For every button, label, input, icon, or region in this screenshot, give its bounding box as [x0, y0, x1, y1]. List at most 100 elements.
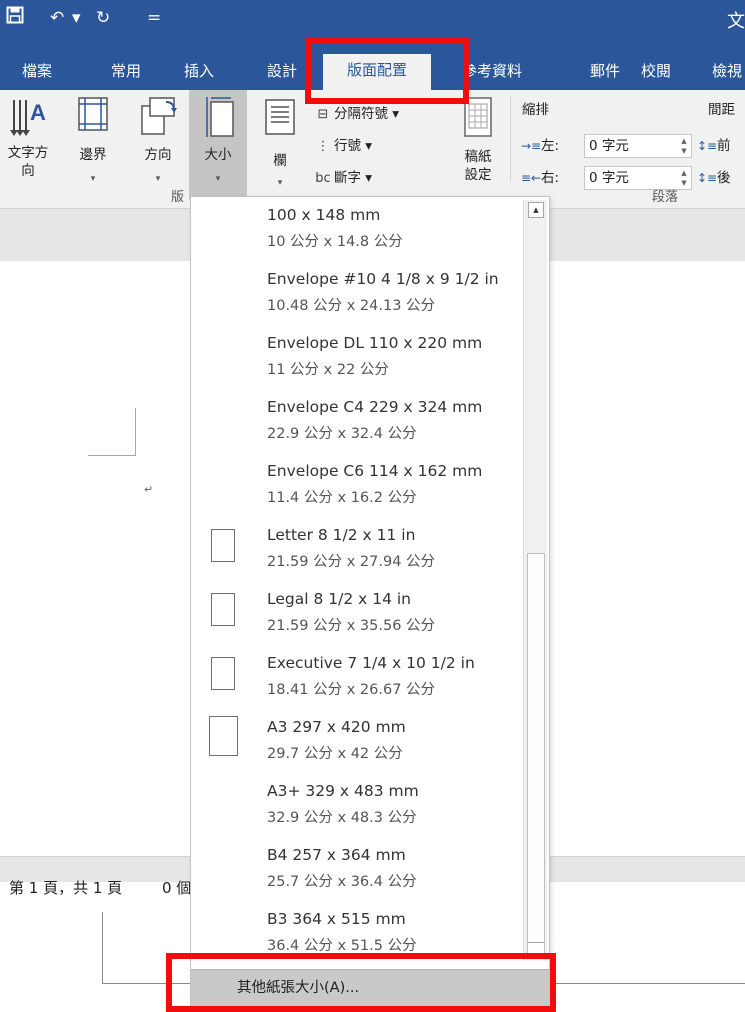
group-label-page-setup: 版 — [171, 190, 185, 205]
hyphenation-button[interactable]: bc 斷字 ▾ — [312, 166, 372, 190]
size-label: 大小 — [204, 147, 232, 163]
margins-label: 邊界 — [79, 147, 107, 163]
line-numbers-dropdown-icon: ▾ — [365, 138, 373, 154]
tab-insert[interactable]: 插入 — [176, 50, 222, 90]
orientation-button[interactable]: 方向 ▾ — [130, 90, 186, 200]
size-option-name: A3 297 x 420 mm — [267, 718, 406, 736]
size-option-dimensions: 11.4 公分 x 16.2 公分 — [267, 490, 417, 506]
group-label-paragraph: 段落 — [652, 190, 679, 205]
svg-text:A: A — [30, 100, 46, 125]
more-paper-sizes-button[interactable]: 其他紙張大小(A)... — [191, 969, 549, 1005]
paper-page-icon — [211, 657, 235, 690]
ribbon-separator — [510, 96, 511, 182]
size-option-dimensions: 11 公分 x 22 公分 — [267, 362, 389, 378]
undo-icon[interactable]: ↶ — [50, 6, 72, 30]
size-option-a3[interactable]: A3 297 x 420 mm 29.7 公分 x 42 公分 — [191, 709, 523, 773]
spin-down-icon[interactable]: ▼ — [679, 178, 689, 188]
size-option-dimensions: 21.59 公分 x 27.94 公分 — [267, 554, 436, 570]
paper-size-dropdown: 100 x 148 mm 10 公分 x 14.8 公分 Envelope #1… — [190, 196, 550, 1006]
indent-left-input[interactable]: 0 字元 ▲ ▼ — [584, 134, 692, 158]
tab-design[interactable]: 設計 — [259, 50, 305, 90]
size-option-dimensions: 29.7 公分 x 42 公分 — [267, 746, 403, 762]
line-numbers-icon: ⋮ — [316, 139, 330, 154]
size-option-name: Envelope DL 110 x 220 mm — [267, 334, 483, 352]
indent-right-value: 0 字元 — [589, 170, 629, 186]
window-title: 文 — [727, 11, 745, 32]
redo-icon[interactable]: ↻ — [96, 6, 118, 30]
paper-page-icon — [211, 593, 235, 626]
text-direction-icon: A — [8, 94, 48, 144]
size-option-name: 100 x 148 mm — [267, 206, 381, 224]
size-option-100x148[interactable]: 100 x 148 mm 10 公分 x 14.8 公分 — [191, 197, 523, 261]
breaks-label: 分隔符號 — [334, 106, 388, 122]
size-option-executive[interactable]: Executive 7 1/4 x 10 1/2 in 18.41 公分 x 2… — [191, 645, 523, 709]
size-option-b3[interactable]: B3 364 x 515 mm 36.4 公分 x 51.5 公分 — [191, 901, 523, 959]
paper-size-list: 100 x 148 mm 10 公分 x 14.8 公分 Envelope #1… — [191, 197, 523, 959]
size-option-dimensions: 18.41 公分 x 26.67 公分 — [267, 682, 436, 698]
scrollbar-thumb[interactable] — [527, 553, 545, 953]
size-option-name: A3+ 329 x 483 mm — [267, 782, 419, 800]
indent-right-row: ≡←右: — [521, 166, 559, 190]
spacing-after-row[interactable]: ↕≡後 — [697, 166, 731, 190]
size-option-envelope-c6[interactable]: Envelope C6 114 x 162 mm 11.4 公分 x 16.2 … — [191, 453, 523, 517]
size-option-dimensions: 10.48 公分 x 24.13 公分 — [267, 298, 436, 314]
breaks-button[interactable]: ⊟ 分隔符號 ▾ — [312, 102, 400, 126]
size-option-envelope-dl[interactable]: Envelope DL 110 x 220 mm 11 公分 x 22 公分 — [191, 325, 523, 389]
margins-button[interactable]: 邊界 ▾ — [68, 90, 118, 200]
undo-dropdown-icon[interactable]: ▾ — [72, 6, 82, 30]
indent-left-spinner[interactable]: ▲ ▼ — [679, 136, 689, 156]
size-option-name: Executive 7 1/4 x 10 1/2 in — [267, 654, 475, 672]
size-option-dimensions: 22.9 公分 x 32.4 公分 — [267, 426, 417, 442]
indent-right-icon: ≡← — [521, 171, 542, 185]
indent-right-spinner[interactable]: ▲ ▼ — [679, 168, 689, 188]
spacing-after-icon: ↕≡ — [697, 171, 718, 185]
size-dropdown-icon: ▾ — [215, 174, 221, 184]
tab-references[interactable]: 參考資料 — [447, 50, 537, 90]
size-option-name: B3 364 x 515 mm — [267, 910, 406, 928]
ribbon-tab-row: 檔案 常用 插入 設計 版面配置 參考資料 郵件 校閱 檢視 — [0, 50, 745, 90]
margins-dropdown-icon: ▾ — [90, 174, 96, 184]
tab-file[interactable]: 檔案 — [14, 50, 60, 90]
size-option-dimensions: 32.9 公分 x 48.3 公分 — [267, 810, 417, 826]
size-button[interactable]: 大小 ▾ — [189, 90, 247, 200]
tab-view[interactable]: 檢視 — [704, 50, 745, 90]
tab-review[interactable]: 校閱 — [633, 50, 679, 90]
text-direction-button[interactable]: A 文字方 向 — [0, 90, 56, 200]
margin-corner-mark — [88, 408, 136, 456]
customize-quick-access-icon[interactable]: = — [147, 6, 161, 30]
line-numbers-button[interactable]: ⋮ 行號 ▾ — [312, 134, 373, 158]
tab-layout[interactable]: 版面配置 — [323, 54, 431, 90]
size-option-envelope-c4[interactable]: Envelope C4 229 x 324 mm 22.9 公分 x 32.4 … — [191, 389, 523, 453]
breaks-icon: ⊟ — [317, 107, 329, 122]
dropdown-scrollbar[interactable]: ▲ — [523, 200, 547, 960]
tab-mailings[interactable]: 郵件 — [582, 50, 628, 90]
columns-button[interactable]: 欄 ▾ — [255, 90, 305, 200]
orientation-icon — [138, 94, 178, 142]
text-direction-label-1: 文字方 — [7, 145, 49, 161]
scroll-down-button[interactable] — [528, 942, 544, 956]
spacing-before-row[interactable]: ↕≡前 — [697, 134, 731, 158]
size-option-dimensions: 10 公分 x 14.8 公分 — [267, 234, 403, 250]
scroll-up-icon[interactable]: ▲ — [528, 202, 544, 218]
indent-left-value: 0 字元 — [589, 138, 629, 154]
indent-title: 縮排 — [522, 102, 549, 118]
orientation-label: 方向 — [144, 147, 172, 163]
spin-up-icon[interactable]: ▲ — [679, 168, 689, 178]
size-option-legal[interactable]: Legal 8 1/2 x 14 in 21.59 公分 x 35.56 公分 — [191, 581, 523, 645]
draft-paper-button[interactable]: 稿紙 設定 — [452, 90, 504, 200]
size-option-b4[interactable]: B4 257 x 364 mm 25.7 公分 x 36.4 公分 — [191, 837, 523, 901]
size-option-dimensions: 36.4 公分 x 51.5 公分 — [267, 938, 417, 954]
size-option-a3-plus[interactable]: A3+ 329 x 483 mm 32.9 公分 x 48.3 公分 — [191, 773, 523, 837]
size-option-letter[interactable]: Letter 8 1/2 x 11 in 21.59 公分 x 27.94 公分 — [191, 517, 523, 581]
paper-size-icon — [199, 94, 237, 144]
spacing-before-label: 前 — [717, 138, 731, 154]
size-option-envelope-10[interactable]: Envelope #10 4 1/8 x 9 1/2 in 10.48 公分 x… — [191, 261, 523, 325]
title-bar: ↶ ▾ ↻ = 文 — [0, 0, 745, 50]
indent-left-row: →≡左: — [521, 134, 559, 158]
tab-home[interactable]: 常用 — [103, 50, 149, 90]
save-icon[interactable] — [6, 6, 28, 30]
spin-down-icon[interactable]: ▼ — [679, 146, 689, 156]
size-option-name: Envelope C4 229 x 324 mm — [267, 398, 483, 416]
spin-up-icon[interactable]: ▲ — [679, 136, 689, 146]
hyphenation-dropdown-icon: ▾ — [365, 170, 373, 186]
